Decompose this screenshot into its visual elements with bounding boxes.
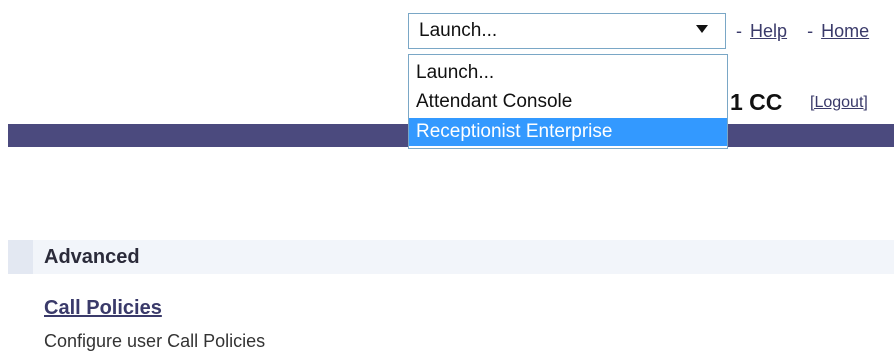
advanced-section-bar xyxy=(8,240,894,274)
launch-option-receptionist-enterprise[interactable]: Receptionist Enterprise xyxy=(409,118,727,146)
launch-option-attendant-console[interactable]: Attendant Console xyxy=(409,88,727,116)
advanced-section-title: Advanced xyxy=(44,246,140,268)
link-separator: - xyxy=(807,21,814,41)
user-id: 1 CC xyxy=(730,89,783,115)
launch-select-value: Launch... xyxy=(419,20,498,41)
advanced-section-marker xyxy=(8,240,33,274)
launch-select[interactable]: Launch... xyxy=(408,13,726,49)
home-link[interactable]: Home xyxy=(821,21,869,41)
launch-dropdown-list: Launch... Attendant Console Receptionist… xyxy=(408,54,728,149)
call-policies-link[interactable]: Call Policies xyxy=(44,296,162,320)
logout-link[interactable]: [Logout] xyxy=(810,94,868,111)
help-link[interactable]: Help xyxy=(750,21,787,41)
top-links: - Help - Home xyxy=(736,20,869,42)
chevron-down-icon[interactable] xyxy=(695,24,709,34)
link-separator: - xyxy=(736,21,742,41)
call-policies-description: Configure user Call Policies xyxy=(44,331,266,351)
launch-option-launch[interactable]: Launch... xyxy=(409,59,727,87)
logout-container: [Logout] xyxy=(810,92,868,114)
